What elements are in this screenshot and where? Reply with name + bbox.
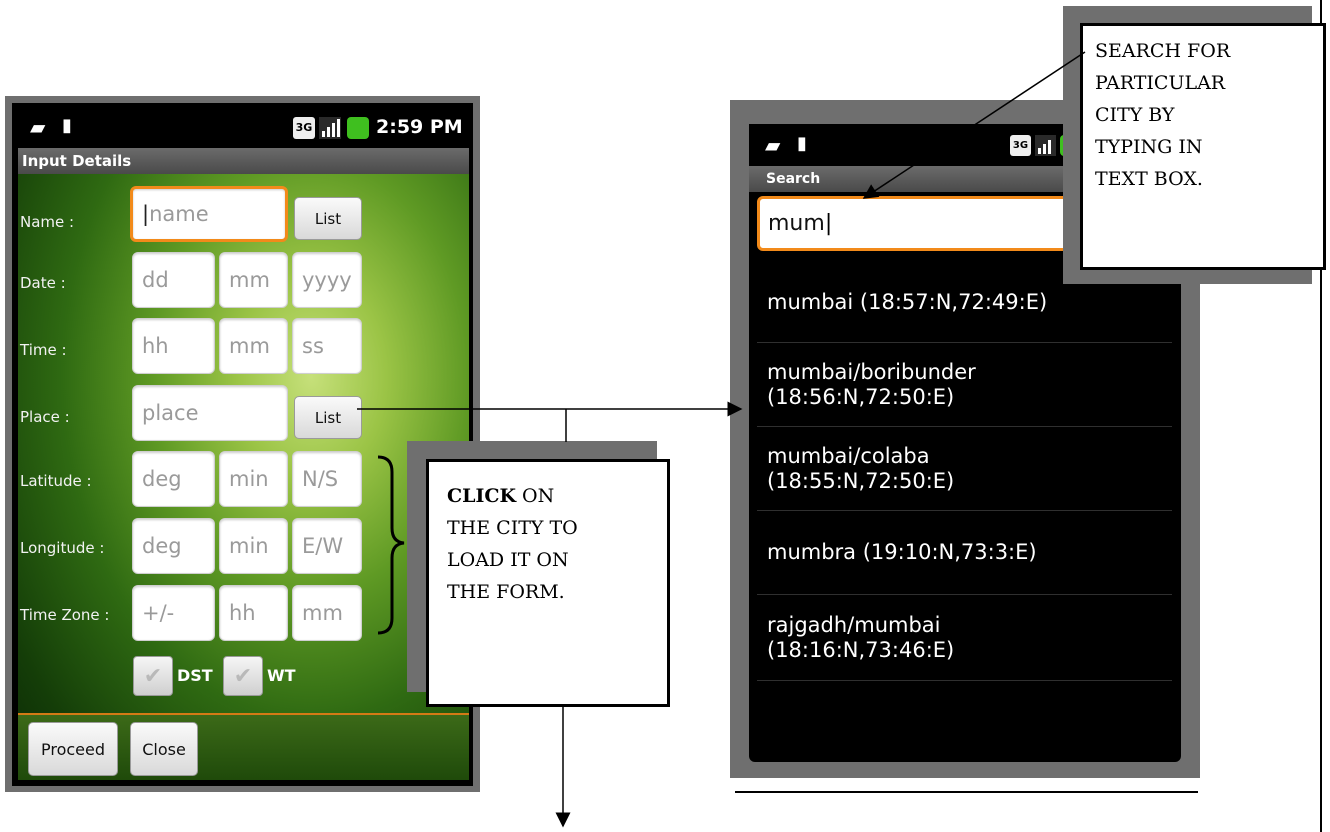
3g-icon: 3G bbox=[1010, 135, 1031, 156]
timezone-hour-field[interactable]: hh bbox=[219, 585, 288, 641]
place-list-button[interactable]: List bbox=[294, 396, 362, 439]
chat-icon: ▰ bbox=[765, 133, 781, 157]
close-button[interactable]: Close bbox=[130, 722, 198, 776]
city-search-input[interactable]: mum | bbox=[757, 196, 1097, 251]
month-field[interactable]: mm bbox=[219, 252, 288, 308]
result-item-mumbai-colaba[interactable]: mumbai/colaba (18:55:N,72:50:E) bbox=[757, 427, 1172, 511]
timezone-minute-field[interactable]: mm bbox=[292, 585, 362, 641]
day-field[interactable]: dd bbox=[132, 252, 215, 308]
search-callout: SEARCH FOR PARTICULAR CITY BY TYPING IN … bbox=[1080, 23, 1326, 270]
place-label: Place : bbox=[20, 408, 70, 426]
latitude-label: Latitude : bbox=[20, 472, 92, 490]
date-label: Date : bbox=[20, 274, 66, 292]
callout-line: PARTICULAR bbox=[1095, 72, 1226, 94]
dst-label: DST bbox=[177, 666, 213, 685]
result-text: mumbai/colaba bbox=[767, 443, 930, 468]
status-bar: ▰ ▮ 3G 2:59 PM bbox=[18, 108, 469, 148]
clock: 2:59 PM bbox=[376, 116, 463, 138]
screen-title: Input Details bbox=[18, 148, 469, 174]
divider-line bbox=[735, 791, 1198, 793]
check-icon: ✔ bbox=[233, 663, 253, 689]
battery-icon bbox=[347, 117, 369, 139]
result-item-rajgadh-mumbai[interactable]: rajgadh/mumbai (18:16:N,73:46:E) bbox=[757, 595, 1172, 681]
longitude-deg-field[interactable]: deg bbox=[132, 518, 215, 574]
check-icon: ✔ bbox=[143, 663, 163, 689]
latitude-deg-field[interactable]: deg bbox=[132, 451, 215, 507]
callout-line: ON bbox=[516, 485, 555, 507]
signal-icon bbox=[319, 117, 341, 139]
callout-line: TYPING IN bbox=[1095, 136, 1203, 158]
name-field[interactable]: | name bbox=[130, 186, 288, 242]
callout-line: LOAD IT ON bbox=[447, 549, 569, 571]
result-item-mumbra[interactable]: mumbra (19:10:N,73:3:E) bbox=[757, 511, 1172, 595]
year-field[interactable]: yyyy bbox=[292, 252, 362, 308]
result-text: rajgadh/mumbai bbox=[767, 612, 941, 637]
name-list-button[interactable]: List bbox=[294, 197, 362, 240]
result-coords: (18:56:N,72:50:E) bbox=[767, 384, 955, 409]
result-item-mumbai-boribunder[interactable]: mumbai/boribunder (18:56:N,72:50:E) bbox=[757, 343, 1172, 427]
minute-field[interactable]: mm bbox=[219, 318, 288, 374]
result-coords: (18:16:N,73:46:E) bbox=[767, 637, 955, 662]
result-coords: (18:55:N,72:50:E) bbox=[767, 468, 955, 493]
signal-icon bbox=[1035, 135, 1056, 156]
wt-checkbox[interactable]: ✔ bbox=[223, 656, 263, 696]
sd-card-icon: ▮ bbox=[62, 115, 72, 136]
longitude-label: Longitude : bbox=[20, 539, 105, 557]
wt-label: WT bbox=[267, 666, 296, 685]
dst-checkbox[interactable]: ✔ bbox=[133, 656, 173, 696]
result-text: mumbai/boribunder bbox=[767, 359, 976, 384]
callout-line: CITY BY bbox=[1095, 104, 1175, 126]
latitude-min-field[interactable]: min bbox=[219, 451, 288, 507]
3g-icon: 3G bbox=[293, 117, 315, 139]
timezone-sign-field[interactable]: +/- bbox=[132, 585, 215, 641]
hour-field[interactable]: hh bbox=[132, 318, 215, 374]
second-field[interactable]: ss bbox=[292, 318, 362, 374]
result-text: mumbra (19:10:N,73:3:E) bbox=[767, 540, 1037, 564]
click-callout: CLICK ON THE CITY TO LOAD IT ON THE FORM… bbox=[426, 459, 670, 707]
chat-icon: ▰ bbox=[30, 115, 46, 139]
result-text: mumbai (18:57:N,72:49:E) bbox=[767, 289, 1048, 314]
place-field[interactable]: place bbox=[132, 385, 288, 441]
callout-bold: CLICK bbox=[447, 485, 517, 507]
callout-line: THE CITY TO bbox=[447, 517, 578, 539]
sd-card-icon: ▮ bbox=[797, 133, 807, 154]
callout-line: SEARCH FOR bbox=[1095, 40, 1231, 62]
text-cursor: | bbox=[824, 211, 833, 236]
timezone-label: Time Zone : bbox=[20, 606, 110, 624]
time-label: Time : bbox=[20, 341, 67, 359]
latitude-ns-field[interactable]: N/S bbox=[292, 451, 362, 507]
proceed-button[interactable]: Proceed bbox=[28, 722, 118, 776]
longitude-ew-field[interactable]: E/W bbox=[292, 518, 362, 574]
longitude-min-field[interactable]: min bbox=[219, 518, 288, 574]
callout-line: TEXT BOX. bbox=[1095, 168, 1203, 190]
callout-line: THE FORM. bbox=[447, 581, 565, 603]
input-details-screen: ▰ ▮ 3G 2:59 PM Input Details Name : | nam… bbox=[18, 108, 469, 780]
name-label: Name : bbox=[20, 213, 75, 231]
